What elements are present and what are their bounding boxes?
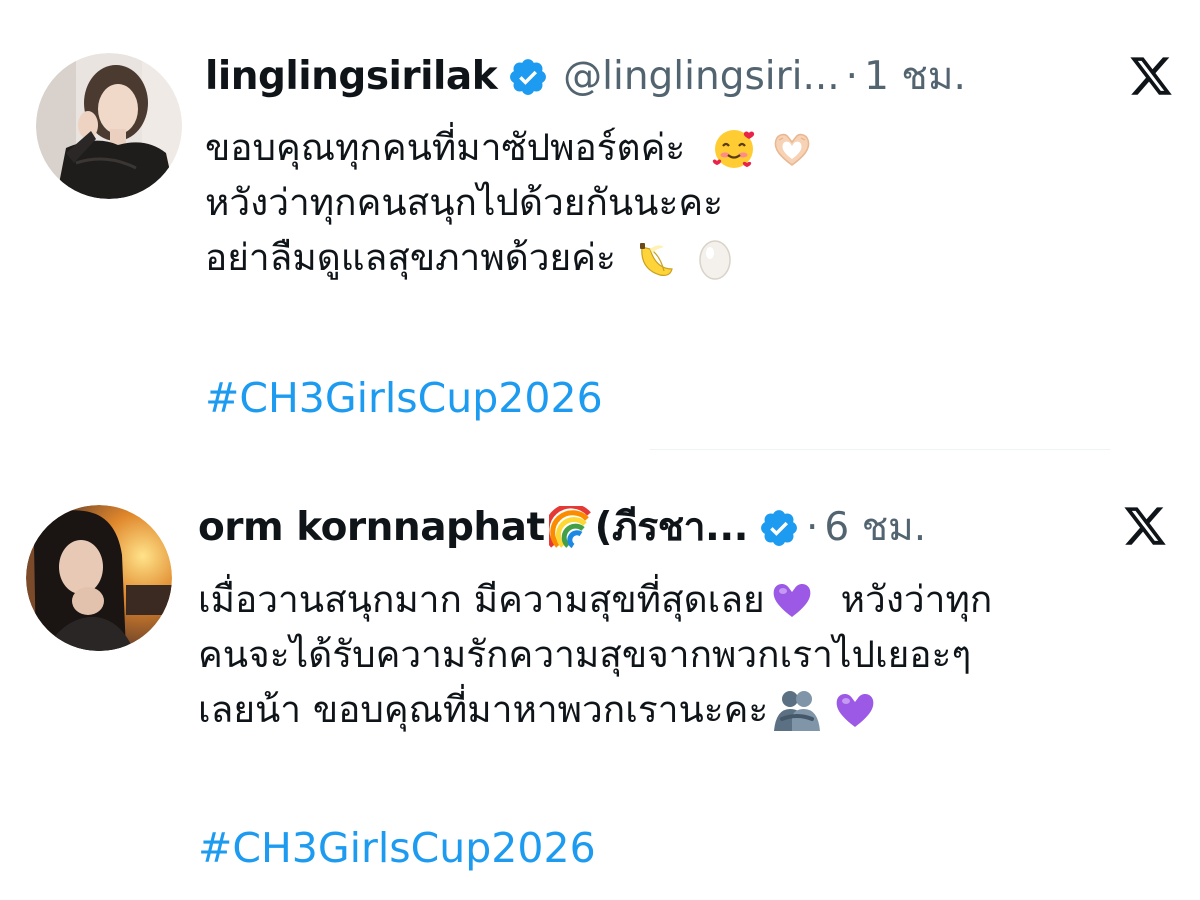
rainbow-icon	[544, 503, 593, 550]
banana-icon	[634, 235, 680, 281]
purple-heart-icon	[769, 577, 815, 623]
avatar-photo	[36, 53, 182, 199]
tweet-line: เลยน้า ขอบคุณที่มาหาพวกเรานะคะ	[198, 682, 992, 737]
avatar[interactable]	[26, 505, 172, 651]
hashtag-link[interactable]: #CH3GirlsCup2026	[205, 372, 603, 424]
smiling-face-with-hearts-icon	[711, 125, 757, 171]
tweet-line-text: หวังว่าทุกคนสนุกไปด้วยกันนะคะ	[205, 181, 723, 224]
user-handle[interactable]: @linglingsiri...	[563, 52, 840, 102]
tweet-line-text: คนจะได้รับความรักความสุขจากพวกเราไปเยอะๆ	[198, 633, 972, 676]
verified-badge-icon	[507, 56, 549, 98]
separator-dot: ·	[845, 54, 859, 99]
tweet-text: เมื่อวานสนุกมาก มีความสุขที่สุดเลย หวังว…	[198, 572, 992, 737]
avatar-photo	[26, 505, 172, 651]
tweet-line: ขอบคุณทุกคนที่มาซัปพอร์ตค่ะ	[205, 120, 815, 175]
tweet-header: orm kornnaphat (ภีรชา... · 6 ชม.	[198, 503, 926, 553]
display-name-suffix[interactable]: (ภีรชา...	[595, 503, 749, 553]
tweet-line-text: เมื่อวานสนุกมาก มีความสุขที่สุดเลย	[198, 578, 765, 621]
tweet-card[interactable]: orm kornnaphat (ภีรชา... · 6 ชม. เมื่อวา…	[0, 450, 1200, 900]
egg-icon	[692, 235, 738, 281]
hashtag-link[interactable]: #CH3GirlsCup2026	[198, 822, 596, 874]
tweet-line-text: อย่าลืมดูแลสุขภาพด้วยค่ะ	[205, 236, 616, 279]
heart-hands-icon	[769, 125, 815, 171]
display-name[interactable]: linglingsirilak	[205, 52, 498, 102]
timestamp[interactable]: 6 ชม.	[824, 503, 926, 553]
tweet-line: คนจะได้รับความรักความสุขจากพวกเราไปเยอะๆ	[198, 627, 992, 682]
people-hugging-icon	[772, 687, 821, 733]
tweet-text: ขอบคุณทุกคนที่มาซัปพอร์ตค่ะ หวังว่าทุกคน…	[205, 120, 815, 285]
tweet-line: อย่าลืมดูแลสุขภาพด้วยค่ะ	[205, 230, 815, 285]
tweet-line-text: เลยน้า ขอบคุณที่มาหาพวกเรานะคะ	[198, 688, 769, 731]
tweet-line: หวังว่าทุกคนสนุกไปด้วยกันนะคะ	[205, 175, 815, 230]
timestamp[interactable]: 1 ชม.	[864, 52, 966, 102]
tweet-card[interactable]: linglingsirilak @linglingsiri... · 1 ชม.…	[0, 0, 1200, 450]
tweet-header: linglingsirilak @linglingsiri... · 1 ชม.	[205, 52, 966, 102]
x-logo-icon[interactable]	[1120, 503, 1170, 549]
separator-dot: ·	[805, 505, 819, 550]
avatar[interactable]	[36, 53, 182, 199]
tweet-line-text: ขอบคุณทุกคนที่มาซัปพอร์ตค่ะ	[205, 126, 686, 169]
purple-heart-icon	[832, 687, 878, 733]
tweet-line: เมื่อวานสนุกมาก มีความสุขที่สุดเลย หวังว…	[198, 572, 992, 627]
display-name[interactable]: orm kornnaphat	[198, 503, 545, 553]
verified-badge-icon	[758, 507, 800, 549]
tweet-line-text: หวังว่าทุก	[840, 578, 993, 621]
x-logo-icon[interactable]	[1126, 53, 1176, 99]
